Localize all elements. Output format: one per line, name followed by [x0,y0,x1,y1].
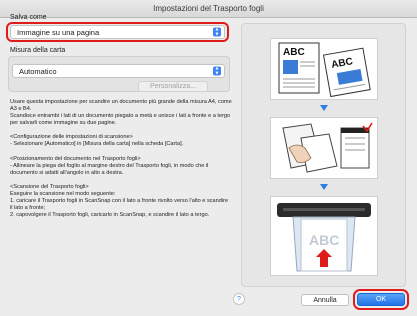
description-scan: <Scansione del Trasporto fogli> Eseguire… [10,183,229,219]
illustration-panel: ABC ABC ABC [241,23,406,287]
pages-icon: ABC ABC [278,42,371,98]
description-intro: Usare questa impostazione per scandire u… [10,99,232,127]
help-button[interactable]: ? [233,293,245,305]
paper-size-value: Automatico [19,66,57,76]
description-config: <Configurazione delle impostazioni di sc… [10,134,184,148]
select-arrows-icon: ▲ ▼ [213,26,221,37]
save-as-label: Salva come [10,14,47,21]
arrow-down-icon [320,184,328,190]
document-pages-illustration: ABC ABC [270,38,378,100]
description-text: Usare questa impostazione per scandire u… [10,99,232,226]
ok-button[interactable]: OK [357,293,405,306]
scanner-document-text: ABC [309,232,339,248]
fold-insert-icon [282,122,373,173]
window-title: Impostazioni del Trasporto fogli [0,0,417,18]
save-as-value: Immagine su una pagina [17,27,100,37]
scanner-icon: ABC [277,203,371,272]
description-position: <Posizionamento del documento nel Traspo… [10,155,209,176]
arrow-down-icon [320,105,328,111]
scanner-illustration: ABC [270,196,378,276]
save-as-select[interactable]: Immagine su una pagina ▲ ▼ [10,25,225,39]
page-front-text: ABC [283,47,305,58]
paper-size-select[interactable]: Automatico ▲ ▼ [12,64,225,78]
fold-document-illustration [270,117,378,179]
paper-size-label: Misura della carta [10,47,66,54]
cancel-button[interactable]: Annulla [301,294,349,306]
settings-window: Impostazioni del Trasporto fogli Salva c… [0,0,417,316]
select-arrows-icon: ▲ ▼ [213,65,221,76]
customize-button[interactable]: Personalizza... [138,81,208,92]
